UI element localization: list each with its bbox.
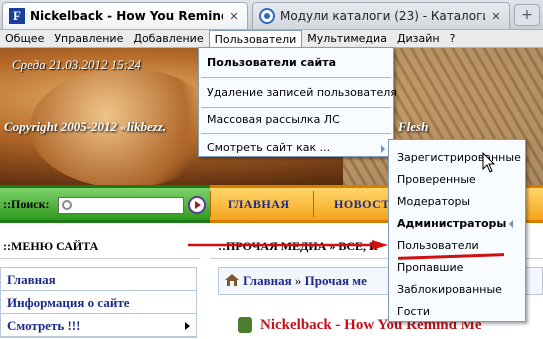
menu-divider [201,77,391,78]
search-input[interactable] [58,197,184,214]
menu-item-view-site-as[interactable]: Смотреть сайт как ... [199,141,393,154]
site-menu-title: ::МЕНЮ САЙТА [0,235,200,259]
new-tab-button[interactable]: + [514,4,540,26]
tab-catalog-modules[interactable]: Модули каталоги (23) - Каталоги - У... ✕ [252,2,510,29]
chevron-right-icon [381,145,385,153]
tab-title: Модули каталоги (23) - Каталоги - У... [280,9,485,23]
menu-divider [201,133,391,134]
role-moderators[interactable]: Модераторы [389,191,525,213]
search-label: ::Поиск: [3,197,50,211]
media-icon [238,317,252,333]
role-registered[interactable]: Зарегистрированные [389,147,525,169]
role-administrators[interactable]: Администраторы [389,213,525,235]
close-icon[interactable]: ✕ [489,10,503,23]
banner-copyright: Copyright 2005-2012 «likbezz. [4,119,167,134]
role-guests[interactable]: Гости [389,301,525,323]
nav-news-link[interactable]: НОВОСТ [334,197,390,212]
role-verified[interactable]: Проверенные [389,169,525,191]
search-block: ::Поиск: [0,185,210,223]
site-menu-item-label: Смотреть !!! [7,318,81,333]
menu-multimedia[interactable]: Мультимедиа [302,30,392,47]
role-blocked[interactable]: Заблокированные [389,279,525,301]
drupal-icon [259,8,275,24]
search-icon [62,200,72,210]
site-f-icon: F [9,8,25,24]
nav-divider [210,191,211,217]
breadcrumb-current-link[interactable]: Прочая ме [305,273,367,288]
site-menu-item-info[interactable]: Информация о сайте [1,291,196,314]
site-menu-title-text: ::МЕНЮ САЙТА [3,239,99,253]
breadcrumb-separator: » [294,273,302,288]
role-users[interactable]: Пользователи [389,235,525,257]
left-column: ::МЕНЮ САЙТА Главная Информация о сайте … [0,223,210,339]
site-menu: Главная Информация о сайте Смотреть !!! [0,267,197,338]
breadcrumb-text: Главная » Прочая ме [243,273,367,289]
site-menu-item-watch[interactable]: Смотреть !!! [1,314,196,337]
browser-tab-bar: F Nickelback - How You Remind Me... ✕ Мо… [0,0,543,30]
mouse-cursor-icon [482,152,496,173]
admin-menu-bar: Общее Управление Добавление Пользователи… [0,30,543,48]
view-as-submenu: Зарегистрированные Проверенные Модератор… [388,139,526,322]
home-icon [225,274,239,286]
banner-date: Среда 21.03.2012 15:24 [12,57,142,72]
tab-title: Nickelback - How You Remind Me... [30,9,223,23]
menu-add[interactable]: Добавление [128,30,208,47]
menu-design[interactable]: Дизайн [392,30,445,47]
banner-flesh-text: Flesh [398,119,429,134]
menu-item-delete-user-records[interactable]: Удаление записей пользователя [199,86,397,99]
role-missing[interactable]: Пропавшие [389,257,525,279]
menu-users[interactable]: Пользователи [208,30,303,47]
menu-help[interactable]: ? [445,30,461,47]
menu-item-mass-pm[interactable]: Массовая рассылка ЛС [199,113,393,126]
tab-nickelback[interactable]: F Nickelback - How You Remind Me... ✕ [2,2,248,29]
nav-home-link[interactable]: ГЛАВНАЯ [228,197,290,212]
breadcrumb-home-link[interactable]: Главная [243,273,292,288]
chevron-left-icon [509,220,513,228]
site-menu-item-home[interactable]: Главная [1,268,196,291]
chevron-right-icon [185,322,190,330]
menu-general[interactable]: Общее [0,30,49,47]
nav-divider [313,191,314,217]
menu-divider [201,107,391,108]
red-annotation-arrow [188,240,388,250]
close-icon[interactable]: ✕ [227,10,241,23]
search-submit-button[interactable] [188,196,206,214]
play-arrow-icon [195,201,201,209]
users-dropdown-menu: Пользователи сайта Удаление записей поль… [198,47,397,157]
menu-management[interactable]: Управление [49,30,128,47]
menu-item-site-users[interactable]: Пользователи сайта [199,56,393,69]
